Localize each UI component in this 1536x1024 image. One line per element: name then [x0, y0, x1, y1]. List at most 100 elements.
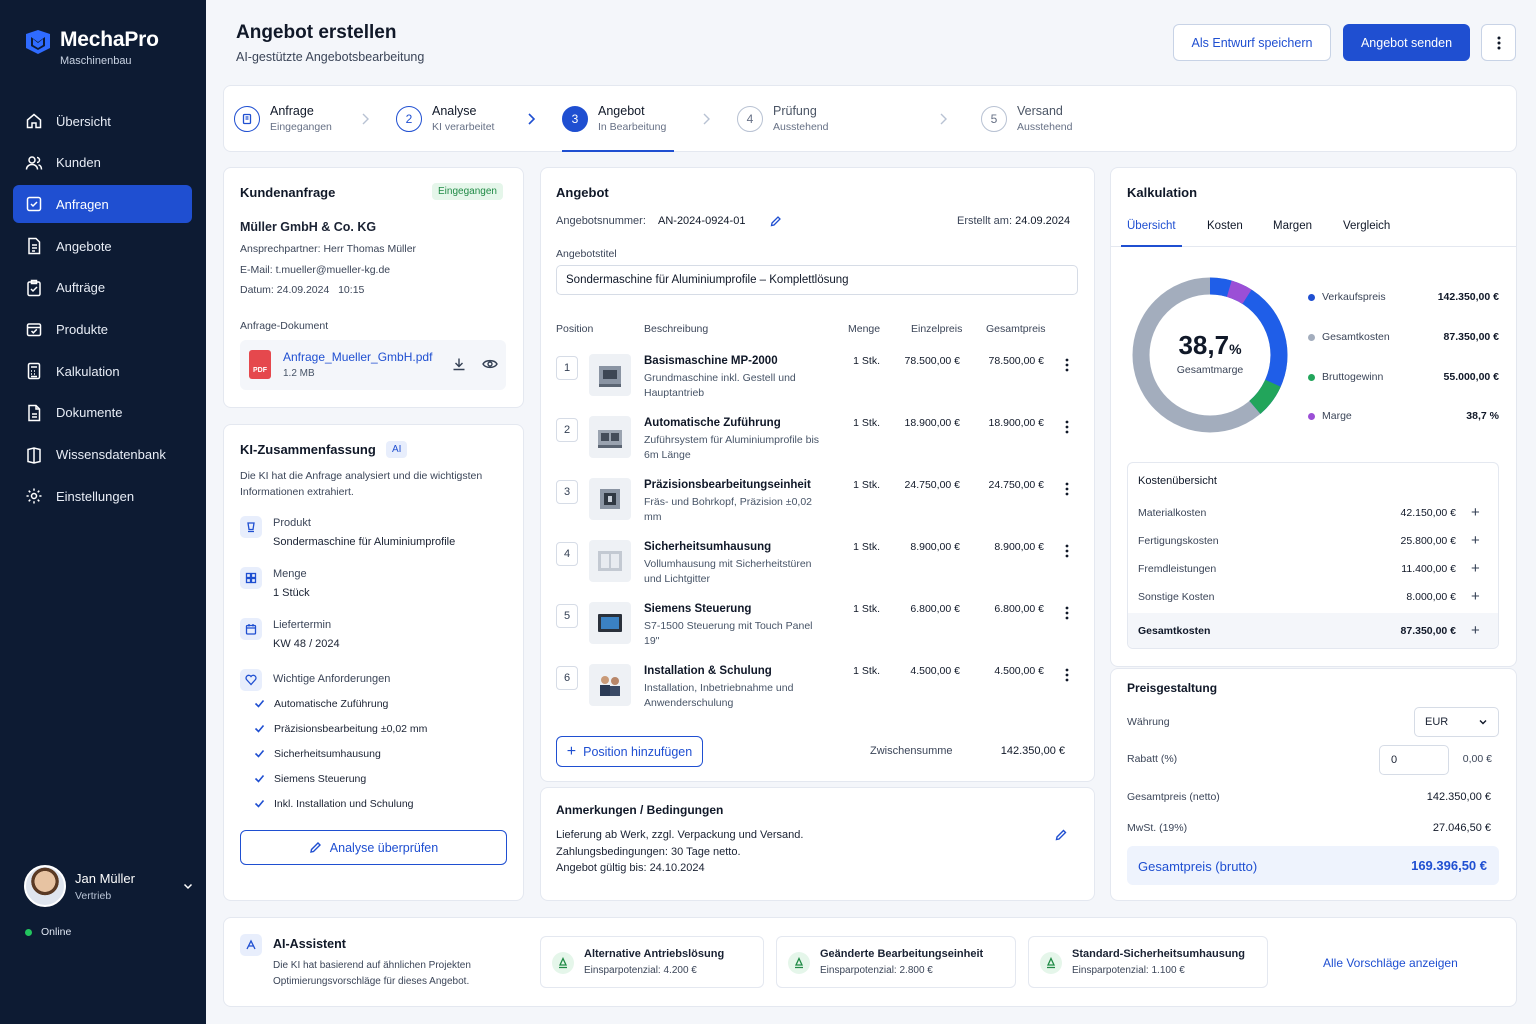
- nav-item-einstellungen[interactable]: Einstellungen: [13, 477, 192, 515]
- product-thumbnail: [589, 354, 631, 396]
- nav-item-wissensdatenbank[interactable]: Wissensdatenbank: [13, 436, 192, 474]
- legend-dot: [1308, 333, 1315, 341]
- step-angebot[interactable]: 3 Angebot In Bearbeitung: [562, 104, 666, 133]
- edit-icon[interactable]: [770, 215, 782, 227]
- calculator-icon: [27, 362, 41, 380]
- step-status: In Bearbeitung: [598, 121, 667, 133]
- step-title: Versand: [1017, 104, 1063, 118]
- tab-margen[interactable]: Margen: [1273, 220, 1312, 232]
- nav-item-dokumente[interactable]: Dokumente: [13, 394, 192, 432]
- item-total-price: 78.500,00 €: [988, 355, 1044, 367]
- item-name: Installation & Schulung: [644, 665, 772, 677]
- add-position-button[interactable]: + Position hinzufügen: [556, 736, 703, 767]
- row-menu-icon[interactable]: [1064, 358, 1070, 372]
- discount-amount: 0,00 €: [1462, 753, 1492, 765]
- review-analysis-button[interactable]: Analyse überprüfen: [240, 830, 507, 865]
- expand-plus-icon[interactable]: +: [1471, 589, 1480, 604]
- document-name[interactable]: Anfrage_Mueller_GmbH.pdf: [283, 350, 432, 364]
- app-logo[interactable]: MechaPro Maschinenbau: [24, 28, 159, 67]
- expand-plus-icon[interactable]: +: [1471, 505, 1480, 520]
- save-draft-button[interactable]: Als Entwurf speichern: [1173, 24, 1331, 61]
- nav-label: Kalkulation: [56, 363, 120, 379]
- row-menu-icon[interactable]: [1064, 606, 1070, 620]
- product-value: Sondermaschine für Aluminiumprofile: [273, 536, 456, 548]
- item-description: Installation, Inbetriebnahme und Anwende…: [644, 682, 794, 709]
- tab-kosten[interactable]: Kosten: [1207, 220, 1243, 232]
- send-offer-button[interactable]: Angebot senden: [1343, 24, 1470, 61]
- row-menu-icon[interactable]: [1064, 544, 1070, 558]
- nav-item-kunden[interactable]: Kunden: [13, 144, 192, 182]
- nav-item-auftraege[interactable]: Aufträge: [13, 269, 192, 307]
- nav-item-produkte[interactable]: Produkte: [13, 310, 192, 348]
- step-analyse[interactable]: 2 Analyse KI verarbeitet: [396, 104, 494, 133]
- row-menu-icon[interactable]: [1064, 668, 1070, 682]
- gross-price-label: Gesamtpreis (brutto): [1138, 859, 1258, 874]
- nav-item-anfragen[interactable]: Anfragen: [13, 185, 192, 224]
- inbox-icon: [26, 197, 42, 212]
- product-thumbnail: [589, 602, 631, 644]
- nav-label: Übersicht: [56, 113, 111, 129]
- ai-summary-title: KI-Zusammenfassung: [240, 442, 376, 457]
- row-menu-icon[interactable]: [1064, 420, 1070, 434]
- net-price-value: 142.350,00 €: [1426, 791, 1491, 803]
- date-value: 24.09.2024: [276, 284, 330, 296]
- suggestion-title: Standard-Sicherheitsumhausung: [1072, 948, 1245, 960]
- chevron-down-icon[interactable]: [182, 880, 194, 892]
- eye-icon[interactable]: [482, 358, 498, 370]
- user-menu[interactable]: Jan Müller Vertrieb: [24, 865, 194, 907]
- gear-icon: [26, 488, 42, 504]
- discount-input[interactable]: 0: [1379, 745, 1449, 775]
- expand-plus-icon[interactable]: +: [1471, 561, 1480, 576]
- subtotal-value: 142.350,00 €: [1000, 745, 1065, 757]
- offer-title-input[interactable]: Sondermaschine für Aluminiumprofile – Ko…: [556, 265, 1078, 295]
- expand-plus-icon[interactable]: +: [1471, 623, 1480, 638]
- nav-item-kalkulation[interactable]: Kalkulation: [13, 352, 192, 390]
- user-role: Vertrieb: [75, 889, 112, 902]
- row-position: 5: [556, 604, 578, 628]
- item-unit-price: 6.800,00 €: [910, 603, 960, 615]
- step-pruefung[interactable]: 4 Prüfung Ausstehend: [737, 104, 828, 133]
- more-button[interactable]: [1481, 24, 1516, 61]
- currency-select[interactable]: EUR: [1414, 707, 1499, 737]
- suggestion-card[interactable]: [776, 936, 1016, 988]
- check-icon: [254, 724, 265, 733]
- assistant-icon: [240, 934, 262, 956]
- legend-item-gesamtkosten: Gesamtkosten: [1308, 331, 1390, 343]
- tab-uebersicht[interactable]: Übersicht: [1127, 220, 1176, 232]
- expand-plus-icon[interactable]: +: [1471, 533, 1480, 548]
- product-thumbnail: [589, 540, 631, 582]
- step-anfrage[interactable]: Anfrage Eingegangen: [234, 104, 332, 133]
- step-circle: 4: [737, 105, 763, 132]
- document-attachment[interactable]: [240, 340, 506, 390]
- nav-item-angebote[interactable]: Angebote: [13, 227, 192, 265]
- net-price-label: Gesamtpreis (netto): [1127, 791, 1220, 803]
- requirement-text: Präzisionsbearbeitung ±0,02 mm: [274, 723, 428, 735]
- legend-value: 87.350,00 €: [1443, 331, 1499, 343]
- nav-item-uebersicht[interactable]: Übersicht: [13, 102, 192, 140]
- column-header-quantity: Menge: [848, 323, 881, 335]
- edit-notes-icon[interactable]: [1055, 828, 1068, 841]
- item-description: Vollumhausung mit Sicherheitstüren und L…: [644, 558, 812, 585]
- customer-request-title: Kundenanfrage: [240, 185, 336, 200]
- download-icon[interactable]: [452, 357, 466, 371]
- status-label: Online: [41, 926, 72, 938]
- item-quantity: 1 Stk.: [853, 603, 880, 615]
- notes-text[interactable]: Lieferung ab Werk, zzgl. Verpackung und …: [556, 827, 803, 877]
- ai-summary-intro: Die KI hat die Anfrage analysiert und di…: [240, 470, 483, 498]
- cost-label: Fremdleistungen: [1138, 563, 1217, 575]
- suggestion-card[interactable]: [1028, 936, 1268, 988]
- box-icon: [26, 323, 42, 337]
- chevron-right-icon: [528, 113, 536, 125]
- email-value[interactable]: t.mueller@mueller-kg.de: [276, 264, 391, 276]
- requirement-item: Inkl. Installation und Schulung: [254, 798, 427, 823]
- row-menu-icon[interactable]: [1064, 482, 1070, 496]
- tab-vergleich[interactable]: Vergleich: [1343, 220, 1390, 232]
- row-position: 1: [556, 356, 578, 380]
- step-circle: 2: [396, 105, 422, 132]
- step-circle: 3: [562, 105, 588, 132]
- step-versand[interactable]: 5 Versand Ausstehend: [981, 104, 1072, 133]
- cost-total-value: 87.350,00 €: [1400, 625, 1456, 637]
- step-status: KI verarbeitet: [432, 121, 495, 133]
- all-suggestions-link[interactable]: Alle Vorschläge anzeigen: [1323, 956, 1458, 970]
- item-total-price: 24.750,00 €: [988, 479, 1044, 491]
